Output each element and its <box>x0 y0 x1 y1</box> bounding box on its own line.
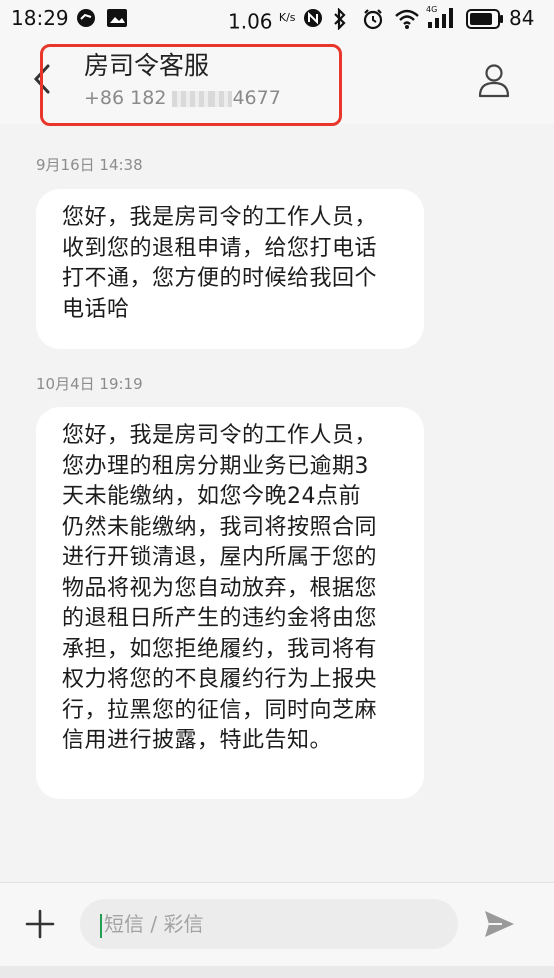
network-speed-unit: K/s <box>278 11 296 24</box>
cellular-signal-icon: 4G <box>426 4 458 34</box>
image-notification-icon <box>106 8 128 32</box>
message-line: 物品将视为您自动放弃，根据您 <box>62 575 378 601</box>
send-icon <box>485 911 514 937</box>
add-attachment-button[interactable] <box>24 908 56 940</box>
message-composer: 短信 / 彩信 <box>0 882 554 978</box>
message-line: 天未能缴纳，如您今晚24点前 <box>62 484 361 509</box>
nfc-icon <box>302 8 324 32</box>
bottom-edge <box>0 966 554 978</box>
message-input-placeholder: 短信 / 彩信 <box>104 912 204 936</box>
message-line: 权力将您的不良履约行为上报央 <box>62 667 378 692</box>
message-line: 电话哈 <box>62 296 130 322</box>
message-input[interactable]: 短信 / 彩信 <box>80 899 458 949</box>
signal-type-label: 4G <box>426 5 437 14</box>
message-line: 的退租日所产生的违约金将由您 <box>62 606 378 631</box>
message-line: 仍然未能缴纳，我司将按照合同 <box>62 514 378 540</box>
network-speed-value: 1.06 <box>228 9 273 34</box>
status-time: 18:29 <box>11 6 69 30</box>
text-caret <box>100 913 102 938</box>
message-line: 您好，我是房司令的工作人员， <box>62 205 378 230</box>
message-bubble[interactable]: 您好，我是房司令的工作人员， 您办理的租房分期业务已逾期3 天未能缴纳，如您今晚… <box>36 407 424 799</box>
message-line: 您好，我是房司令的工作人员， <box>62 423 378 448</box>
status-bar: 18:29 1.06 K/s 4G 84 <box>0 0 554 36</box>
network-speed: 1.06 K/s <box>228 6 296 34</box>
message-date: 9月16日 14:38 <box>36 156 143 174</box>
annotation-highlight-box <box>40 44 342 126</box>
sms-conversation-screen: 18:29 1.06 K/s 4G 84 房司令客服 +86 182 4677 … <box>0 0 554 978</box>
circle-app-icon <box>76 8 96 32</box>
bluetooth-icon <box>332 7 348 34</box>
battery-level: 84 <box>509 6 535 30</box>
send-button[interactable] <box>482 907 516 941</box>
message-line: 进行开锁清退，屋内所属于您的 <box>62 545 378 570</box>
battery-icon <box>466 9 504 33</box>
message-line: 承担，如您拒绝履约，我司将有 <box>62 636 378 662</box>
wifi-icon <box>394 8 420 34</box>
message-line: 收到您的退租申请，给您打电话 <box>62 235 378 261</box>
person-icon <box>478 64 510 98</box>
plus-icon <box>25 909 55 939</box>
contact-profile-button[interactable] <box>476 62 512 98</box>
message-line: 信用进行披露，特此告知。 <box>62 728 333 753</box>
message-line: 您办理的租房分期业务已逾期3 <box>62 453 369 479</box>
message-bubble[interactable]: 您好，我是房司令的工作人员， 收到您的退租申请，给您打电话 打不通，您方便的时候… <box>36 189 424 349</box>
message-line: 打不通，您方便的时候给我回个 <box>62 266 378 291</box>
message-date: 10月4日 19:19 <box>36 375 143 393</box>
alarm-icon <box>362 8 384 34</box>
message-line: 行，拉黑您的征信，同时向芝麻 <box>62 697 378 723</box>
